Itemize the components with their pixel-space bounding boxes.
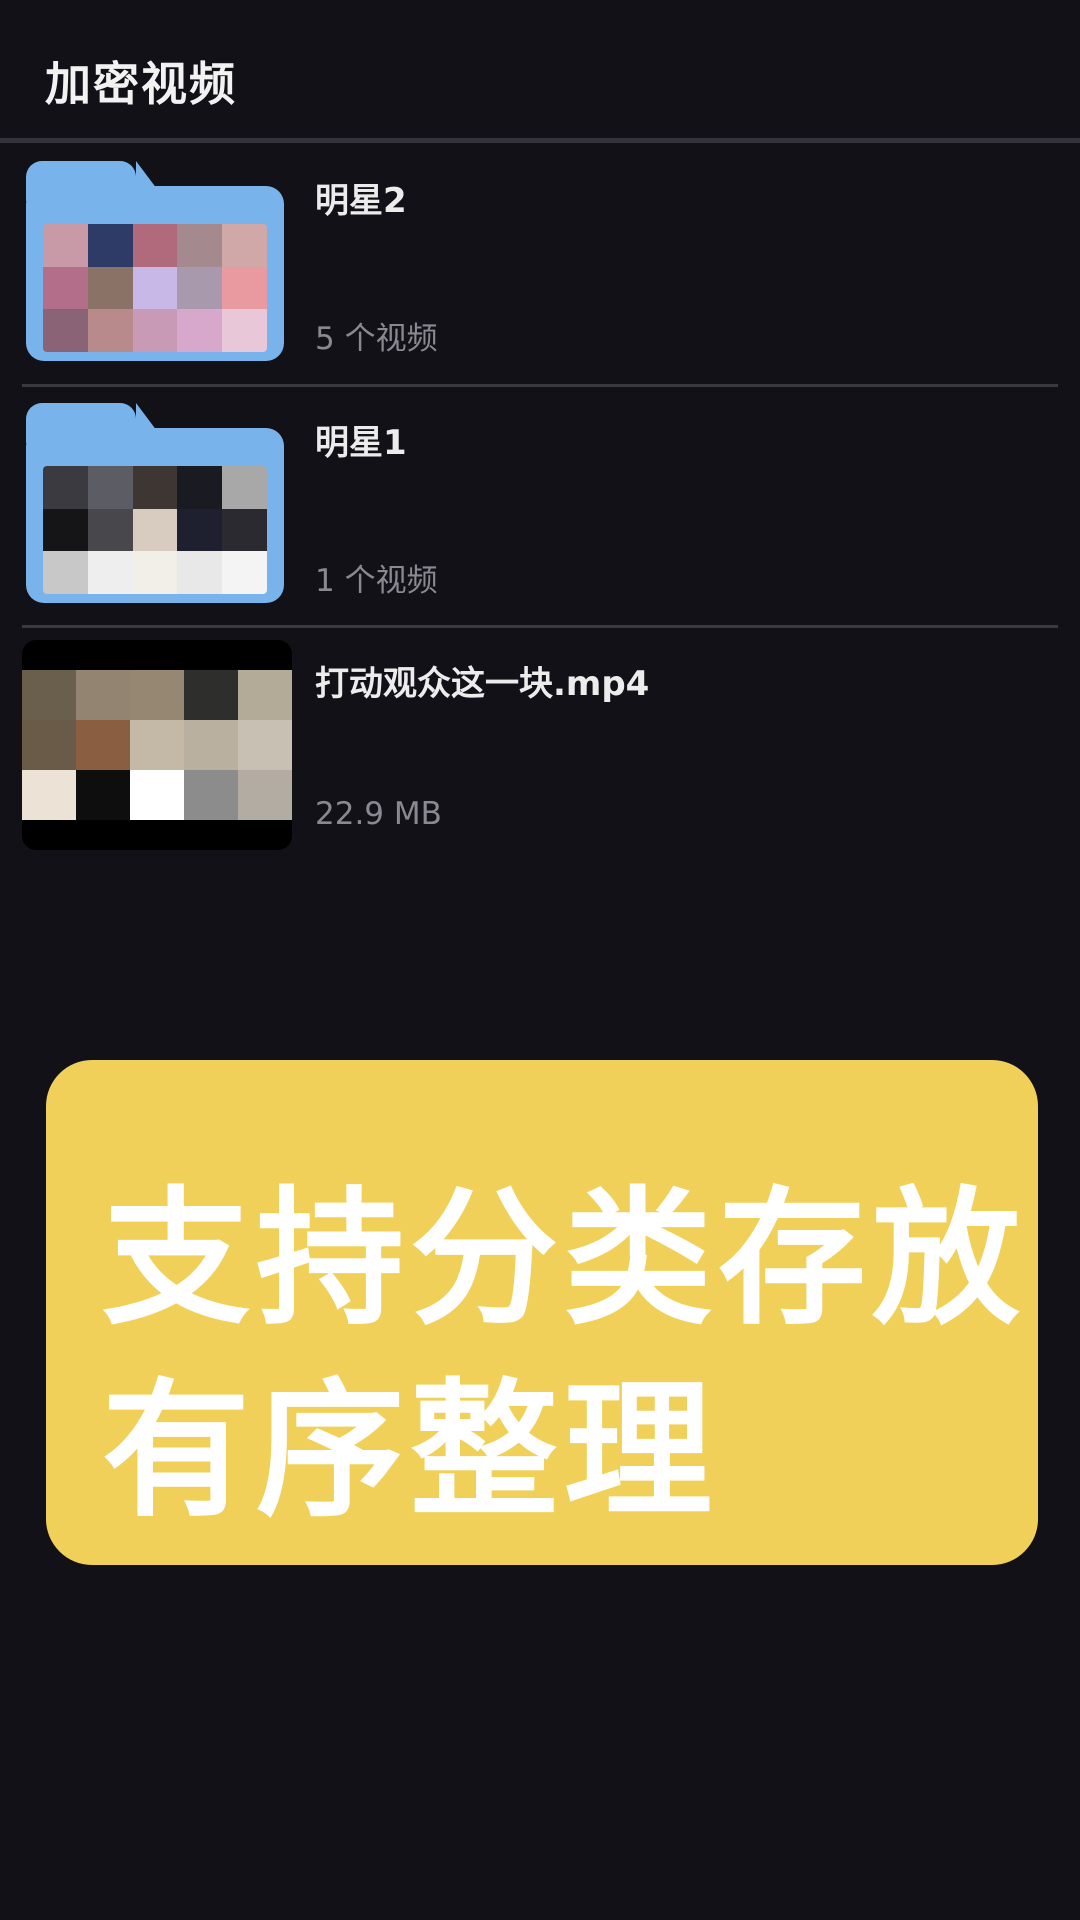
- promo-line-2: 有序整理: [102, 1365, 718, 1537]
- blurred-thumbnail: [43, 466, 267, 594]
- promo-banner: 支持分类存放 有序整理: [46, 1060, 1038, 1565]
- list-item-folder-1[interactable]: 明星2 5 个视频: [0, 143, 1080, 383]
- promo-line-1: 支持分类存放: [102, 1173, 1026, 1345]
- app-header: 加密视频: [0, 0, 1080, 138]
- item-count: 1 个视频: [315, 563, 438, 599]
- item-count: 5 个视频: [315, 321, 438, 357]
- item-title: 明星1: [315, 423, 407, 463]
- folder-icon: [26, 161, 284, 361]
- page-title: 加密视频: [45, 57, 237, 111]
- video-thumbnail: [22, 640, 292, 850]
- item-title: 打动观众这一块.mp4: [315, 664, 650, 704]
- list-item-folder-2[interactable]: 明星1 1 个视频: [0, 387, 1080, 627]
- blurred-thumbnail: [22, 670, 292, 820]
- item-size: 22.9 MB: [315, 796, 442, 832]
- blurred-thumbnail: [43, 224, 267, 352]
- list-item-video[interactable]: 打动观众这一块.mp4 22.9 MB: [0, 628, 1080, 868]
- folder-icon: [26, 403, 284, 603]
- item-title: 明星2: [315, 181, 407, 221]
